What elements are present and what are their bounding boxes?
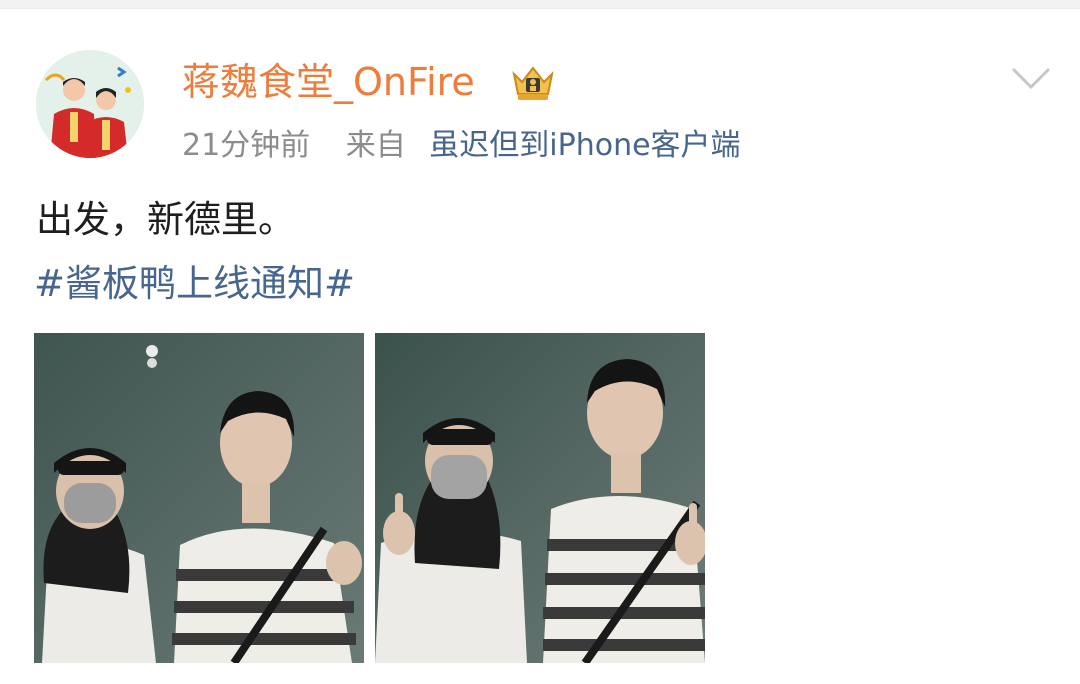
post-meta: 21分钟前 来自 虽迟但到iPhone客户端 [182, 126, 741, 166]
photo-two-people-thumbnail-2 [375, 333, 705, 663]
source-prefix: 来自 [345, 128, 406, 163]
post-image-2[interactable] [375, 333, 705, 663]
hashtag-link[interactable]: #酱板鸭上线通知# [34, 260, 355, 308]
username[interactable]: 蒋魏食堂_OnFire [182, 58, 475, 106]
post-image-1[interactable] [34, 333, 364, 663]
post-time: 21分钟前 [182, 128, 311, 163]
photo-two-people-thumbnail-1 [34, 333, 364, 663]
top-divider [0, 0, 1080, 9]
avatar-image [36, 50, 144, 158]
post-text: 出发，新德里。 [36, 198, 295, 241]
crown-badge-icon[interactable] [508, 62, 558, 104]
chevron-down-icon[interactable] [1010, 64, 1052, 92]
source-client-link[interactable]: 虽迟但到iPhone客户端 [429, 128, 740, 163]
avatar[interactable] [36, 50, 144, 158]
